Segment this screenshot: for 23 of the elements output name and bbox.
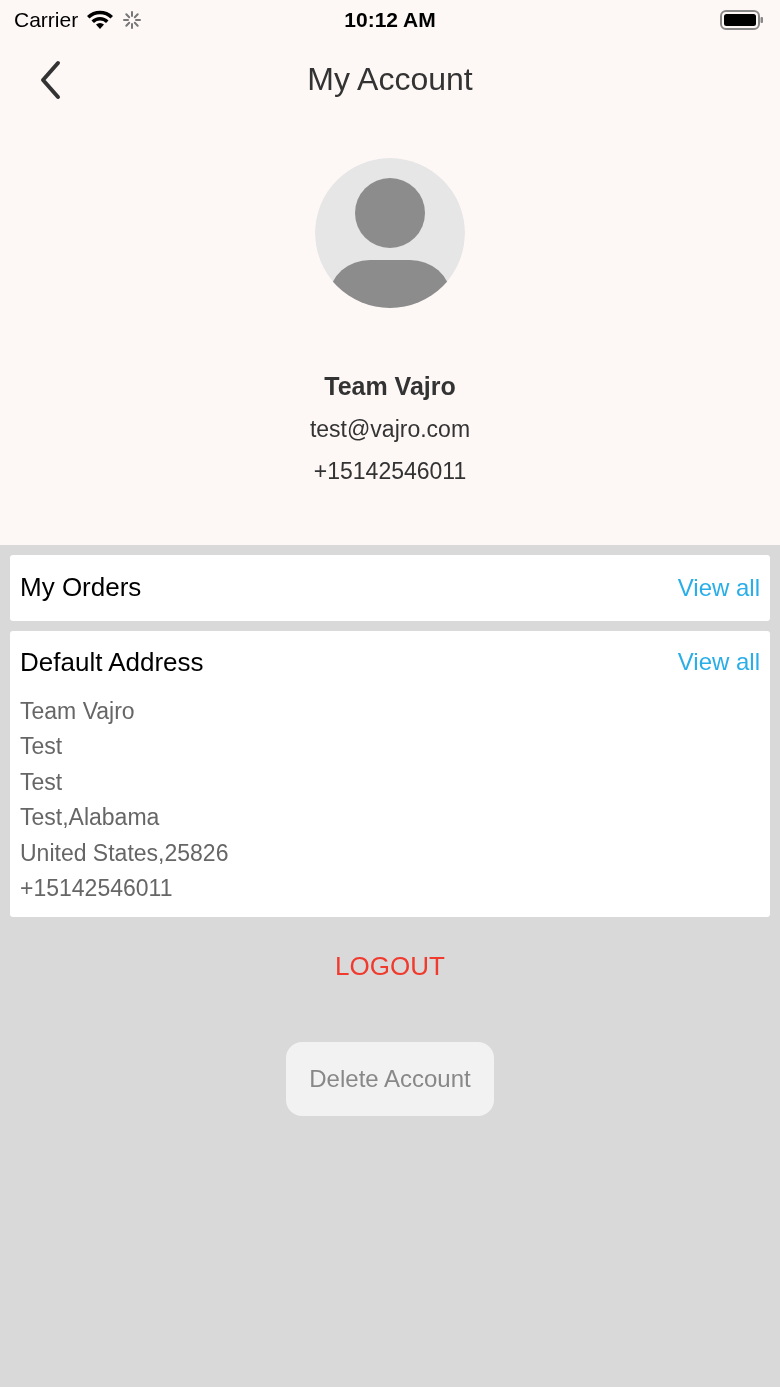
page-title: My Account — [307, 60, 473, 99]
address-line: +15142546011 — [20, 874, 174, 904]
battery-icon — [720, 10, 764, 30]
user-phone: +15142546011 — [313, 457, 467, 486]
address-line: Team Vajro — [20, 696, 136, 726]
avatar-icon — [315, 158, 465, 308]
address-line: Test — [20, 767, 64, 797]
wifi-icon — [86, 10, 115, 30]
spinner-icon — [122, 10, 143, 30]
address-line: Test,Alabama — [20, 803, 161, 833]
address-line: United States,25826 — [20, 838, 230, 868]
status-time: 10:12 AM — [344, 7, 436, 34]
address-line: Test — [20, 732, 64, 762]
back-icon — [38, 60, 62, 100]
user-name: Team Vajro — [324, 371, 456, 402]
logout-button[interactable]: LOGOUT — [335, 947, 445, 987]
user-email: test@vajro.com — [309, 414, 471, 444]
address-view-all-link[interactable]: View all — [677, 644, 760, 680]
carrier-label: Carrier — [14, 7, 79, 34]
delete-account-button[interactable]: Delete Account — [286, 1042, 494, 1117]
orders-view-all-link[interactable]: View all — [677, 569, 760, 606]
orders-title: My Orders — [20, 571, 142, 604]
address-title: Default Address — [20, 645, 204, 679]
